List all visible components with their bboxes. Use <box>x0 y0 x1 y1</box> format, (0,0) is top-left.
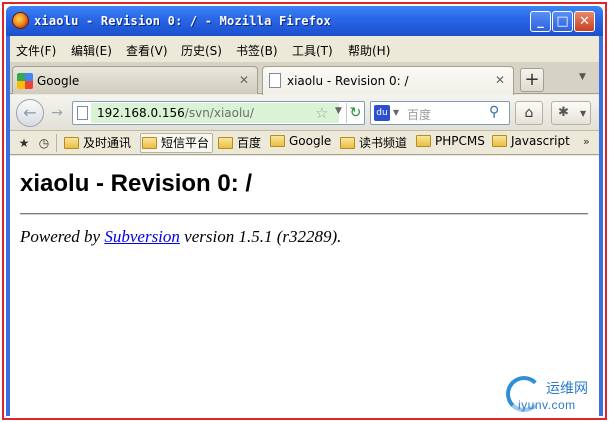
powered-prefix: Powered by <box>20 227 105 246</box>
new-tab-button[interactable]: + <box>520 68 544 92</box>
list-all-tabs-icon[interactable]: ▼ <box>579 72 586 82</box>
menu-bookmarks[interactable]: 书签(B) <box>236 42 278 59</box>
bookmarks-overflow-icon[interactable]: » <box>583 135 590 148</box>
powered-by-footer: Powered by Subversion version 1.5.1 (r32… <box>20 227 341 247</box>
bookmark-folder[interactable]: 短信平台 <box>140 133 214 153</box>
bug-icon: ✱ <box>558 105 569 120</box>
bookmark-star-icon[interactable]: ☆ <box>315 104 328 122</box>
close-tab-icon[interactable]: ✕ <box>495 73 505 87</box>
bookmark-label: 及时通讯 <box>83 136 132 150</box>
tab-svn-revision[interactable]: xiaolu - Revision 0: / ✕ <box>262 66 514 95</box>
bookmark-folder[interactable]: PHPCMS <box>416 134 485 152</box>
browser-body: 文件(F) 编辑(E) 查看(V) 历史(S) 书签(B) 工具(T) 帮助(H… <box>10 36 599 416</box>
back-button[interactable]: ← <box>16 99 44 127</box>
bookmark-label: Javascript <box>511 134 570 148</box>
menu-file[interactable]: 文件(F) <box>16 42 56 59</box>
bookmark-label: 短信平台 <box>161 136 210 150</box>
tab-label: Google <box>37 74 80 88</box>
close-tab-icon[interactable]: ✕ <box>239 73 249 87</box>
bookmark-label: Google <box>289 134 332 148</box>
watermark-en-text: iyunv.com <box>518 398 576 412</box>
folder-icon <box>64 137 79 149</box>
search-bar[interactable]: du ▼ 百度 ⚲ <box>370 101 510 125</box>
maximize-button[interactable]: □ <box>552 11 573 32</box>
bookmark-folder[interactable]: 百度 <box>218 134 261 152</box>
navigation-toolbar: ← → 192.168.0.156/svn/xiaolu/ ☆ ▼ ↻ du ▼… <box>10 95 599 131</box>
menu-tools[interactable]: 工具(T) <box>292 42 333 59</box>
page-icon <box>77 106 88 120</box>
browser-window: xiaolu - Revision 0: / - Mozilla Firefox… <box>6 6 603 416</box>
folder-icon <box>492 135 507 147</box>
watermark: 运维网 iyunv.com <box>506 372 604 418</box>
folder-icon <box>218 137 233 149</box>
search-magnifier-icon[interactable]: ⚲ <box>489 104 499 120</box>
page-icon <box>269 73 281 88</box>
window-title: xiaolu - Revision 0: / - Mozilla Firefox <box>34 14 331 28</box>
url-bar[interactable]: 192.168.0.156/svn/xiaolu/ ☆ ▼ ↻ <box>72 101 365 125</box>
forward-arrow-icon: → <box>51 105 63 121</box>
url-text[interactable]: 192.168.0.156/svn/xiaolu/ <box>97 106 254 120</box>
history-clock-icon[interactable]: ◷ <box>36 135 52 151</box>
powered-suffix: version 1.5.1 (r32289). <box>179 227 342 246</box>
folder-icon <box>416 135 431 147</box>
watermark-cn-text: 运维网 <box>546 381 588 397</box>
minimize-button[interactable]: _ <box>530 11 551 32</box>
bookmarks-sidebar-icon[interactable]: ★ <box>16 135 32 151</box>
url-path: /svn/xiaolu/ <box>184 106 254 120</box>
bookmark-folder[interactable]: Javascript <box>492 134 570 152</box>
subversion-link[interactable]: Subversion <box>104 227 180 246</box>
tab-google[interactable]: Google ✕ <box>12 66 258 94</box>
firefox-icon <box>12 12 29 29</box>
menu-help[interactable]: 帮助(H) <box>348 42 390 59</box>
reload-icon: ↻ <box>349 105 362 121</box>
toolbar-separator <box>56 134 57 152</box>
bookmark-folder[interactable]: 读书频道 <box>340 134 407 152</box>
url-history-dropdown-icon[interactable]: ▼ <box>335 106 342 116</box>
forward-button[interactable]: → <box>46 104 68 122</box>
folder-icon <box>142 137 157 149</box>
menu-bar: 文件(F) 编辑(E) 查看(V) 历史(S) 书签(B) 工具(T) 帮助(H… <box>10 36 599 62</box>
google-favicon-icon <box>17 73 33 89</box>
menu-history[interactable]: 历史(S) <box>181 42 222 59</box>
menu-edit[interactable]: 编辑(E) <box>71 42 112 59</box>
baidu-icon[interactable]: du <box>374 105 390 121</box>
bookmark-folder[interactable]: 及时通讯 <box>64 134 131 152</box>
title-bar[interactable]: xiaolu - Revision 0: / - Mozilla Firefox… <box>6 6 603 36</box>
home-icon: ⌂ <box>524 105 534 121</box>
addon-button[interactable]: ✱ ▼ <box>551 101 591 125</box>
tab-strip: Google ✕ xiaolu - Revision 0: / ✕ + ▼ <box>10 62 599 95</box>
bookmark-label: 百度 <box>237 136 262 150</box>
page-heading: xiaolu - Revision 0: / <box>20 170 253 197</box>
bookmark-label: PHPCMS <box>435 134 485 148</box>
bookmark-folder[interactable]: Google <box>270 134 331 152</box>
reload-button[interactable]: ↻ <box>346 103 364 123</box>
folder-icon <box>270 135 285 147</box>
search-input[interactable]: 百度 <box>407 106 431 123</box>
tab-label: xiaolu - Revision 0: / <box>287 74 409 88</box>
folder-icon <box>340 137 355 149</box>
bookmarks-toolbar: ★ ◷ 及时通讯 短信平台 百度 Google 读书频道 PHPCMS Java… <box>10 131 599 155</box>
horizontal-rule <box>20 213 588 215</box>
bookmark-label: 读书频道 <box>359 136 408 150</box>
back-arrow-icon: ← <box>23 103 37 122</box>
close-button[interactable]: ✕ <box>574 11 595 32</box>
url-host: 192.168.0.156 <box>97 106 185 120</box>
menu-view[interactable]: 查看(V) <box>126 42 168 59</box>
home-button[interactable]: ⌂ <box>515 101 543 125</box>
chevron-down-icon[interactable]: ▼ <box>580 109 586 118</box>
search-engine-dropdown-icon[interactable]: ▼ <box>393 108 399 117</box>
